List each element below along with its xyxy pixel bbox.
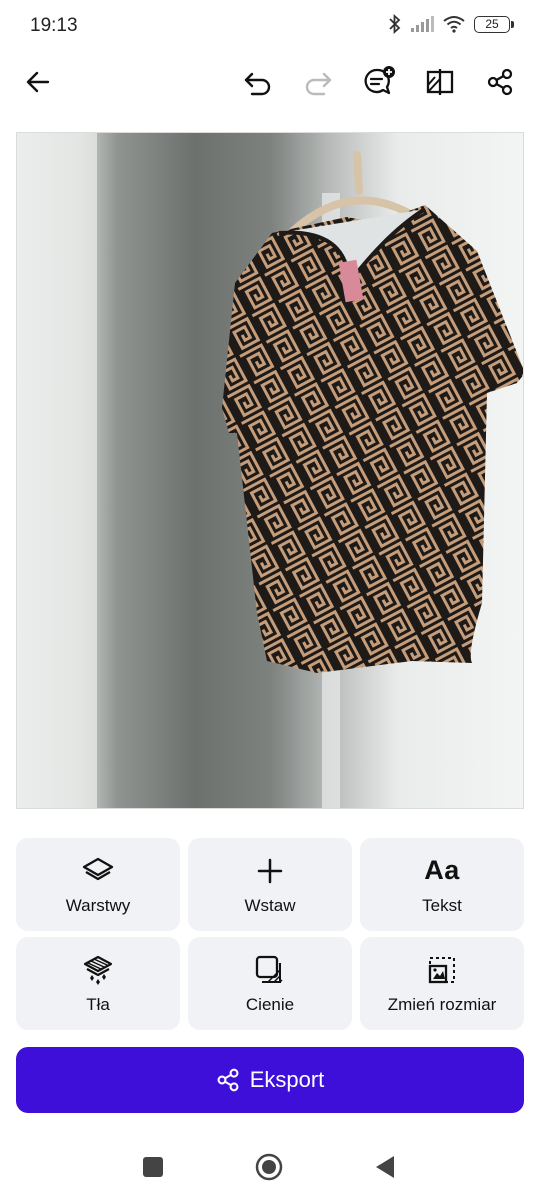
tool-text-button[interactable]: Aa Tekst [360, 838, 524, 931]
signal-icon [411, 16, 434, 32]
layers-icon [82, 857, 114, 880]
recents-icon [143, 1157, 163, 1177]
tool-backgrounds-label: Tła [86, 994, 110, 1014]
tool-text-label: Tekst [422, 895, 462, 915]
system-nav-bar [0, 1140, 540, 1192]
status-time: 19:13 [30, 15, 78, 36]
undo-icon [244, 72, 271, 96]
tool-shadows-label: Cienie [245, 994, 295, 1014]
comment-add-icon [364, 66, 395, 95]
share-button[interactable] [480, 62, 520, 102]
share-icon [487, 68, 513, 96]
backgrounds-icon [83, 955, 113, 985]
tool-grid: Warstwy Wstaw Aa Tekst Tła Cienie Zmień … [16, 838, 524, 1030]
tool-insert-button[interactable]: Wstaw [188, 838, 352, 931]
tool-layers-label: Warstwy [65, 895, 131, 915]
battery-icon: 25 [474, 15, 514, 33]
undo-button[interactable] [238, 62, 278, 102]
tool-insert-label: Wstaw [244, 895, 296, 915]
wifi-icon [443, 16, 465, 33]
tool-shadows-button[interactable]: Cienie [188, 937, 352, 1030]
tool-backgrounds-button[interactable]: Tła [16, 937, 180, 1030]
bluetooth-icon [389, 14, 401, 34]
text-icon: Aa [424, 855, 460, 885]
resize-icon [428, 956, 455, 983]
back-button[interactable] [18, 62, 58, 102]
design-canvas[interactable] [16, 132, 524, 809]
back-arrow-icon [26, 71, 50, 93]
redo-icon [305, 72, 332, 96]
back-icon [376, 1156, 394, 1178]
tool-resize-label: Zmień rozmiar [387, 994, 497, 1014]
editor-toolbar [0, 56, 540, 106]
nav-back-button[interactable] [370, 1152, 400, 1182]
compare-button[interactable] [420, 62, 460, 102]
tool-resize-button[interactable]: Zmień rozmiar [360, 937, 524, 1030]
status-icons: 25 [388, 14, 514, 34]
export-label: Eksport [249, 1067, 325, 1092]
compare-icon [426, 69, 454, 95]
redo-button[interactable] [298, 62, 338, 102]
share-icon [217, 1068, 239, 1092]
recents-button[interactable] [138, 1152, 168, 1182]
export-button[interactable]: Eksport [16, 1047, 524, 1113]
blouse-photo[interactable] [17, 133, 524, 809]
comment-button[interactable] [360, 62, 400, 102]
tool-layers-button[interactable]: Warstwy [16, 838, 180, 931]
plus-icon [257, 858, 283, 883]
home-button[interactable] [254, 1152, 284, 1182]
status-bar: 19:13 25 [0, 0, 540, 52]
home-icon [255, 1153, 283, 1181]
shadow-icon [255, 955, 283, 983]
